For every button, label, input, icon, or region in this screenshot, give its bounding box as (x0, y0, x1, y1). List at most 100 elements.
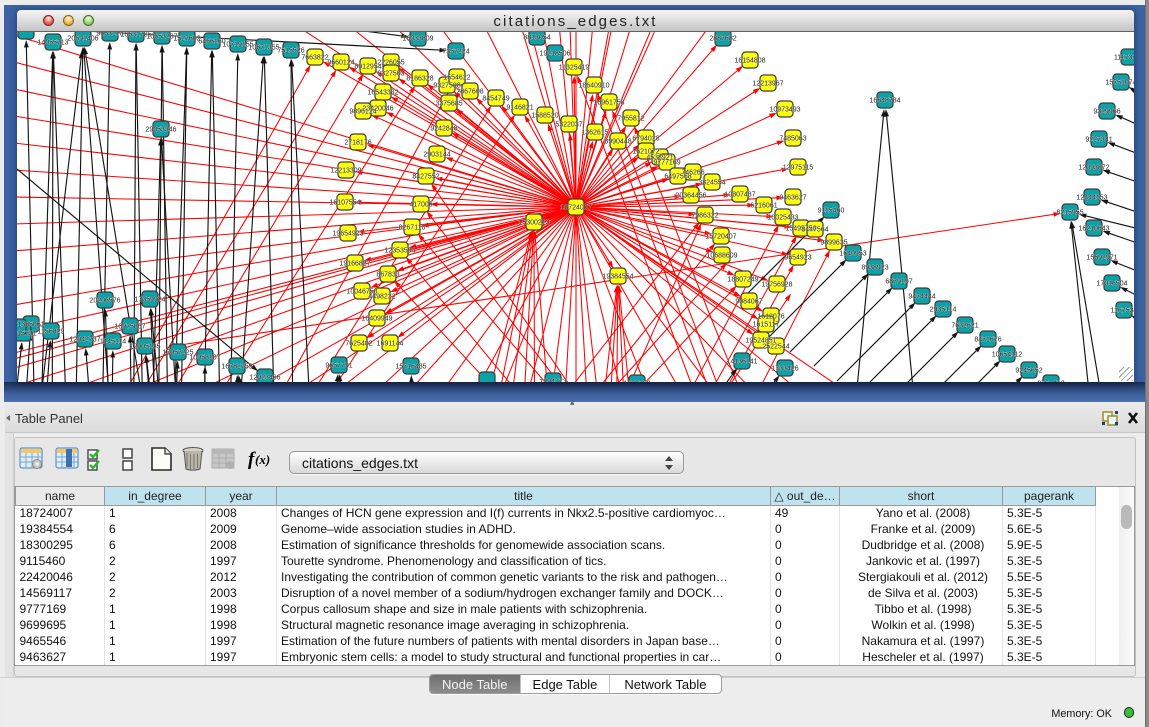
svg-text:8454749: 8454749 (482, 95, 509, 102)
svg-text:9654923: 9654923 (784, 254, 811, 261)
svg-text:2887682: 2887682 (709, 35, 736, 42)
svg-text:9657791: 9657791 (325, 362, 352, 369)
svg-text:12942737: 12942737 (69, 336, 100, 343)
svg-text:8990448: 8990448 (604, 138, 631, 145)
svg-text:8186328: 8186328 (406, 75, 433, 82)
svg-text:10973493: 10973493 (769, 106, 800, 113)
svg-text:18724007: 18724007 (560, 204, 591, 211)
svg-text:9896124: 9896124 (349, 108, 376, 115)
svg-text:8447564: 8447564 (801, 226, 828, 233)
svg-text:867833: 867833 (376, 271, 399, 278)
svg-text:2718176: 2718176 (344, 139, 371, 146)
svg-text:16543382: 16543382 (367, 89, 398, 96)
svg-text:19218506: 19218506 (539, 50, 570, 57)
svg-text:3375685: 3375685 (435, 100, 462, 107)
svg-text:12923466: 12923466 (249, 374, 280, 381)
svg-text:1691144: 1691144 (377, 340, 404, 347)
svg-text:7485063: 7485063 (779, 135, 806, 142)
svg-text:19756928: 19756928 (761, 281, 792, 288)
svg-text:16409949: 16409949 (361, 315, 392, 322)
svg-text:12093872: 12093872 (1078, 164, 1109, 171)
svg-text:9115460: 9115460 (818, 207, 845, 214)
svg-text:16782759: 16782759 (221, 363, 252, 370)
svg-text:8427552: 8427552 (412, 173, 439, 180)
svg-text:1615117: 1615117 (753, 321, 780, 328)
svg-text:9899635: 9899635 (820, 239, 847, 246)
svg-text:7515526: 7515526 (277, 47, 304, 54)
svg-text:12353594: 12353594 (384, 247, 415, 254)
svg-text:29053346: 29053346 (145, 126, 176, 133)
svg-text:1145114: 1145114 (100, 338, 126, 345)
svg-text:7632621: 7632621 (951, 322, 978, 329)
svg-text:10025433: 10025433 (767, 214, 798, 221)
svg-text:16648784: 16648784 (869, 97, 900, 104)
svg-text:7357224: 7357224 (442, 48, 469, 55)
svg-text:7986322: 7986322 (691, 212, 718, 219)
svg-text:7625402: 7625402 (345, 340, 372, 347)
svg-text:7663822: 7663822 (301, 54, 328, 61)
svg-text:9146821: 9146821 (506, 104, 533, 111)
svg-text:3824554: 3824554 (698, 179, 725, 186)
svg-text:16961758: 16961758 (593, 99, 624, 106)
svg-text:16154808: 16154808 (734, 57, 765, 64)
svg-text:9245652: 9245652 (1015, 367, 1042, 374)
svg-text:8215955: 8215955 (1056, 209, 1083, 216)
svg-text:20206576: 20206576 (89, 297, 120, 304)
svg-text:14055713: 14055713 (37, 39, 68, 46)
svg-text:746266: 746266 (681, 169, 704, 176)
svg-text:10807487: 10807487 (724, 191, 755, 198)
svg-text:9463627: 9463627 (779, 194, 806, 201)
svg-text:9777169: 9777169 (653, 159, 680, 166)
svg-text:2903144: 2903144 (423, 151, 450, 158)
svg-text:3915731: 3915731 (17, 330, 37, 337)
svg-text:10688609: 10688609 (706, 252, 737, 259)
svg-text:6879197: 6879197 (885, 278, 912, 285)
svg-text:2867608: 2867608 (456, 88, 483, 95)
svg-text:10654112: 10654112 (992, 351, 1023, 358)
svg-text:20691406: 20691406 (67, 35, 98, 42)
svg-text:12905135: 12905135 (129, 343, 160, 350)
svg-text:15720407: 15720407 (705, 233, 736, 240)
svg-text:1294273: 1294273 (539, 378, 566, 382)
svg-text:10975867: 10975867 (114, 323, 145, 330)
svg-text:17359924: 17359924 (134, 296, 165, 303)
svg-text:15692971: 15692971 (1086, 254, 1117, 261)
svg-text:10046758: 10046758 (346, 288, 377, 295)
svg-text:11325419: 11325419 (559, 64, 590, 71)
svg-text:9474444: 9474444 (908, 293, 935, 300)
svg-text:16033809: 16033809 (402, 35, 433, 42)
svg-text:12975115: 12975115 (783, 164, 814, 171)
svg-text:12444153: 12444153 (1076, 194, 1107, 201)
svg-text:12213967: 12213967 (752, 80, 783, 87)
svg-text:1682759: 1682759 (623, 380, 650, 382)
svg-text:9084067: 9084067 (735, 298, 762, 305)
svg-text:1385061: 1385061 (17, 321, 44, 328)
svg-text:9329966: 9329966 (1093, 108, 1120, 115)
svg-text:6216061: 6216061 (750, 202, 777, 209)
svg-text:9327503: 9327503 (377, 70, 404, 77)
svg-text:1640953: 1640953 (839, 250, 866, 257)
svg-text:16107554: 16107554 (329, 199, 360, 206)
svg-text:17016504: 17016504 (1096, 280, 1127, 287)
svg-text:2935114: 2935114 (930, 306, 957, 313)
svg-text:10958107: 10958107 (189, 354, 220, 361)
svg-text:2226055: 2226055 (377, 59, 404, 66)
svg-text:9242848: 9242848 (430, 125, 457, 132)
svg-text:1527602: 1527602 (173, 35, 200, 42)
svg-text:11173454: 11173454 (1114, 54, 1134, 61)
svg-text:8813054: 8813054 (523, 34, 550, 41)
svg-text:20364456: 20364456 (675, 192, 706, 199)
svg-text:19384554: 19384554 (602, 273, 633, 280)
svg-text:(x): (x) (255, 452, 270, 467)
svg-text:16210643: 16210643 (1078, 225, 1109, 232)
svg-text:1588520: 1588520 (531, 112, 558, 119)
svg-text:1167534: 1167534 (1111, 307, 1134, 314)
svg-text:9750412: 9750412 (1037, 380, 1064, 382)
svg-text:15751074: 15751074 (1105, 79, 1134, 86)
svg-text:9227341: 9227341 (1085, 136, 1112, 143)
svg-text:10671355: 10671355 (248, 44, 279, 51)
svg-text:1362615: 1362615 (581, 129, 608, 136)
svg-text:417006: 417006 (409, 201, 432, 208)
svg-text:12213309: 12213309 (330, 167, 361, 174)
svg-text:1156829: 1156829 (38, 328, 65, 335)
